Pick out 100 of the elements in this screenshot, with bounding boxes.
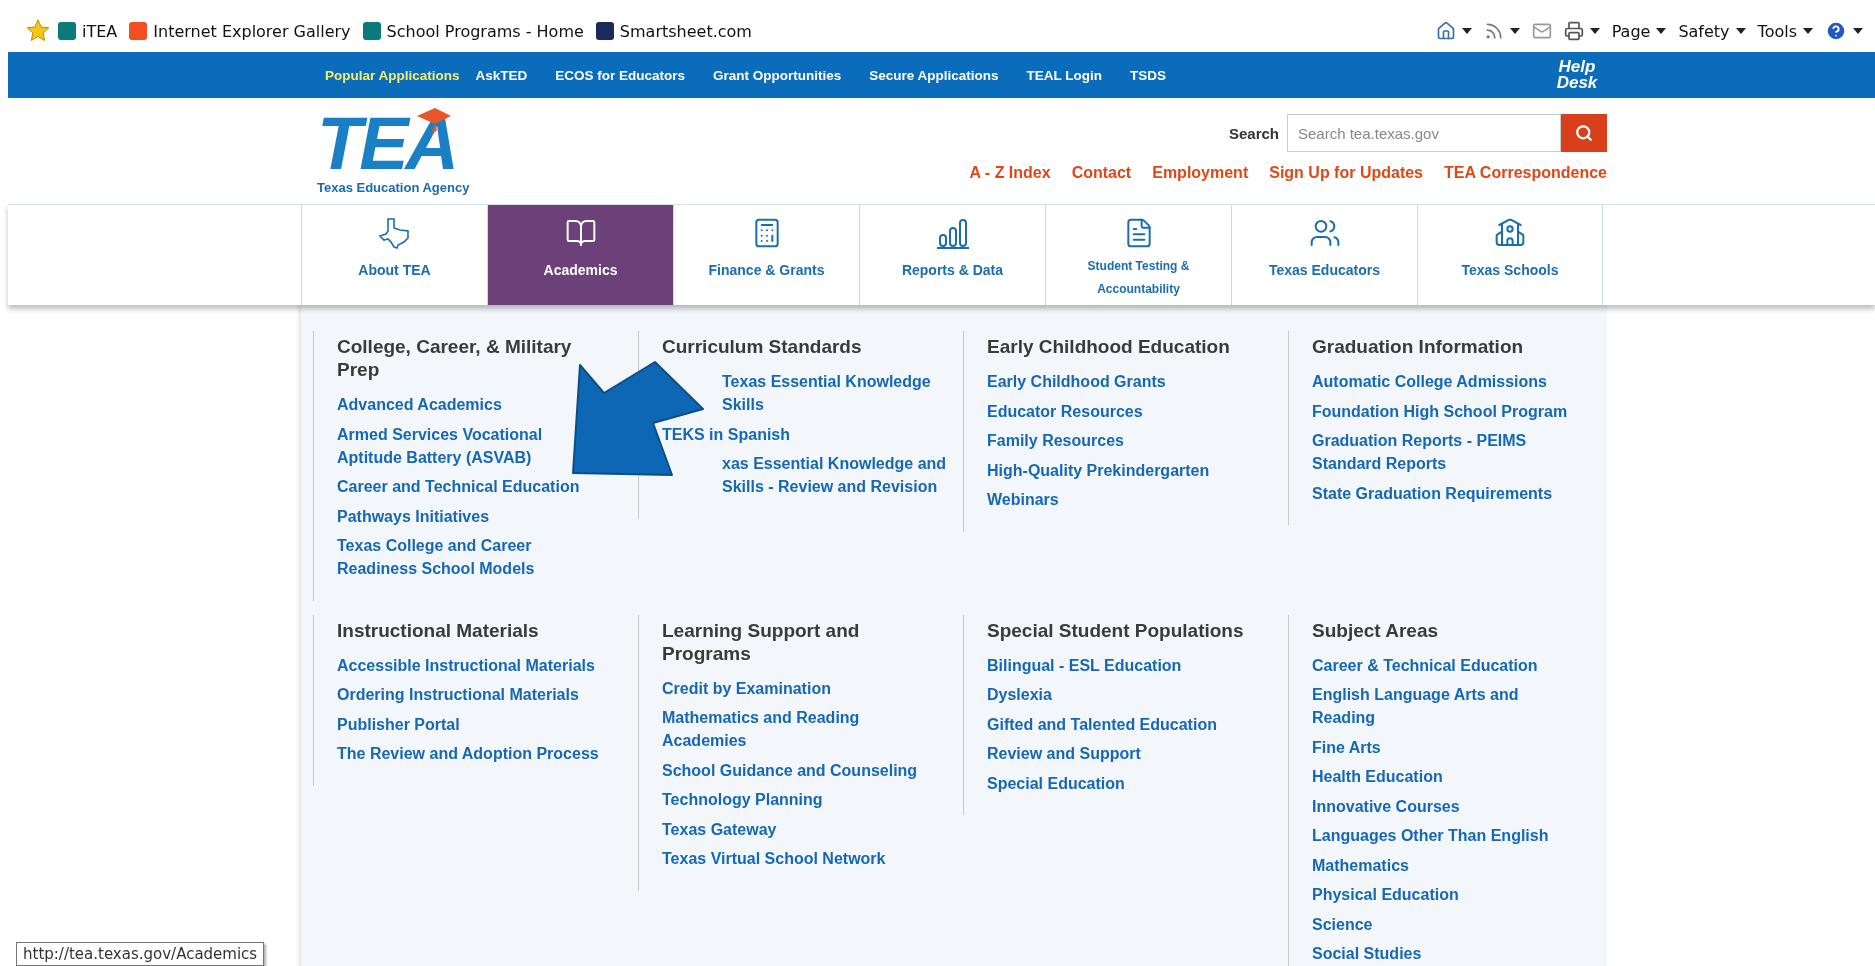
menu-link[interactable]: Career & Technical Education	[1312, 653, 1538, 677]
menu-link[interactable]: School Guidance and Counseling	[662, 758, 918, 782]
favorite-link[interactable]: Smartsheet.com	[595, 21, 752, 41]
menu-link[interactable]: Career and Technical Education	[337, 475, 580, 498]
top-bar-link[interactable]: AskTED	[475, 67, 528, 83]
favorite-link[interactable]: iTEA	[58, 21, 118, 41]
caret-icon	[1589, 28, 1600, 34]
texas-outline-icon	[377, 217, 412, 249]
popular-applications-label[interactable]: Popular Applications	[325, 67, 460, 83]
menu-heading: Subject Areas	[1312, 618, 1438, 642]
menu-link[interactable]: Family Resources	[987, 429, 1124, 452]
top-bar-link[interactable]: Secure Applications	[869, 67, 999, 83]
utility-link[interactable]: Sign Up for Updates	[1269, 164, 1423, 182]
top-bar-link[interactable]: TSDS	[1130, 67, 1167, 83]
menu-link[interactable]: Credit by Examination	[662, 676, 831, 700]
menu-link[interactable]: Mathematics	[1312, 853, 1409, 877]
menu-link[interactable]: Texas Gateway	[662, 817, 777, 841]
menu-link[interactable]: Automatic College Admissions	[1312, 370, 1547, 393]
menu-link[interactable]: Fine Arts	[1312, 735, 1381, 759]
menu-link[interactable]: High-Quality Prekindergarten	[987, 458, 1210, 482]
nav-tab[interactable]: Reports & Data	[859, 205, 1045, 305]
menu-link[interactable]: Early Childhood Grants	[987, 370, 1166, 393]
menu-link[interactable]: Texas College and Career Readiness School Models	[337, 534, 535, 580]
utility-link[interactable]: Employment	[1152, 164, 1249, 182]
menu-heading: Early Childhood Education	[987, 335, 1230, 358]
menu-link[interactable]: Bilingual - ESL Education	[987, 653, 1182, 677]
top-bar-link[interactable]: TEAL Login	[1026, 67, 1103, 83]
caret-icon	[1656, 28, 1667, 34]
nav-tab[interactable]: About TEA	[301, 205, 487, 305]
toolbar-menu[interactable]: Tools	[1757, 21, 1813, 41]
utility-link[interactable]: Contact	[1071, 164, 1132, 182]
help-desk-logo[interactable]: Help Desk	[1545, 59, 1609, 91]
open-book-icon	[564, 217, 597, 249]
logo-name: Texas Education Agency	[317, 180, 470, 195]
search-button[interactable]	[1561, 114, 1607, 152]
menu-link[interactable]: Mathematics and Reading Academies	[662, 706, 860, 752]
search-label: Search	[1228, 124, 1279, 142]
menu-link[interactable]: Texas Virtual School Network	[662, 847, 886, 870]
menu-link[interactable]: Review and Support	[987, 742, 1141, 765]
menu-heading: Special Student Populations	[987, 618, 1244, 642]
menu-heading: College, Career, & Military Prep	[337, 335, 572, 381]
mail-icon	[1531, 21, 1552, 41]
menu-link[interactable]: Gifted and Talented Education	[987, 712, 1217, 736]
menu-link[interactable]: Ordering Instructional Materials	[337, 683, 579, 706]
nav-tab[interactable]: Student Testing & Accountability	[1045, 205, 1231, 305]
nav-tab[interactable]: Texas Schools	[1417, 205, 1603, 305]
printer-icon	[1563, 21, 1584, 41]
menu-heading: Instructional Materials	[337, 618, 539, 642]
menu-link[interactable]: Graduation Reports - PEIMS Standard Reports	[1312, 429, 1527, 475]
favorite-link[interactable]: Internet Explorer Gallery	[129, 21, 351, 41]
menu-link[interactable]: Special Education	[987, 771, 1125, 795]
menu-link[interactable]: Advanced Academics	[337, 393, 502, 416]
toolbar-menu[interactable]: Page	[1611, 21, 1667, 41]
help-button[interactable]	[1825, 20, 1863, 42]
menu-link[interactable]: State Graduation Requirements	[1312, 481, 1553, 505]
menu-link[interactable]: Health Education	[1312, 765, 1443, 788]
status-url-tooltip: http://tea.texas.gov/Academics	[16, 942, 265, 966]
menu-link[interactable]: English Language Arts and Reading	[1312, 683, 1519, 729]
menu-link[interactable]: Texas Essential Knowledge Skills	[722, 370, 931, 416]
menu-link[interactable]: Innovative Courses	[1312, 794, 1460, 818]
menu-link[interactable]: Technology Planning	[662, 788, 823, 811]
menu-link[interactable]: Foundation High School Program	[1312, 399, 1568, 423]
print-button[interactable]	[1563, 21, 1600, 41]
utility-link[interactable]: A - Z Index	[969, 164, 1051, 182]
nav-tab[interactable]: Finance & Grants	[673, 205, 859, 305]
mail-button[interactable]	[1531, 21, 1552, 41]
home-button[interactable]	[1435, 21, 1472, 41]
caret-icon	[1509, 28, 1520, 34]
caret-icon	[1853, 28, 1863, 34]
search-icon	[1575, 124, 1593, 142]
menu-link[interactable]: Physical Education	[1312, 883, 1459, 906]
caret-icon	[1735, 28, 1746, 34]
menu-link[interactable]: Languages Other Than English	[1312, 824, 1549, 847]
favorite-link[interactable]: School Programs - Home	[362, 21, 584, 41]
menu-link[interactable]: Armed Services Vocational Aptitude Battery (ASVAB)	[337, 422, 543, 469]
menu-link[interactable]: TEKS in Spanish	[662, 422, 790, 446]
menu-link[interactable]: Science	[1312, 912, 1373, 936]
menu-link[interactable]: The Review and Adoption Process	[337, 742, 599, 765]
logo-mark[interactable]: TEA	[317, 112, 470, 176]
menu-heading: Learning Support and Programs	[662, 618, 860, 665]
caret-icon	[1461, 28, 1472, 34]
menu-link[interactable]: Pathways Initiatives	[337, 504, 490, 528]
school-building-icon	[1494, 217, 1526, 249]
menu-heading: Curriculum Standards	[662, 335, 862, 358]
menu-link[interactable]: Social Studies	[1312, 942, 1422, 965]
toolbar-menu[interactable]: Safety	[1678, 21, 1746, 41]
nav-tab[interactable]: Texas Educators	[1231, 205, 1417, 305]
menu-link[interactable]: xas Essential Knowledge and Skills - Review and Revision	[722, 452, 947, 498]
home-icon	[1435, 21, 1456, 41]
top-bar-link[interactable]: Grant Opportunities	[713, 67, 842, 83]
top-bar-link[interactable]: ECOS for Educators	[555, 67, 686, 83]
menu-link[interactable]: Accessible Instructional Materials	[337, 653, 595, 677]
menu-link[interactable]: Dyslexia	[987, 683, 1052, 706]
nav-tab[interactable]: Academics	[487, 205, 673, 305]
search-field[interactable]: Search tea.texas.gov	[1287, 114, 1561, 152]
utility-link[interactable]: TEA Correspondence	[1444, 164, 1607, 182]
favorites-star-icon[interactable]	[26, 19, 50, 43]
menu-link[interactable]: Publisher Portal	[337, 712, 460, 736]
menu-link[interactable]: Webinars	[987, 488, 1059, 511]
menu-link[interactable]: Educator Resources	[987, 399, 1143, 423]
